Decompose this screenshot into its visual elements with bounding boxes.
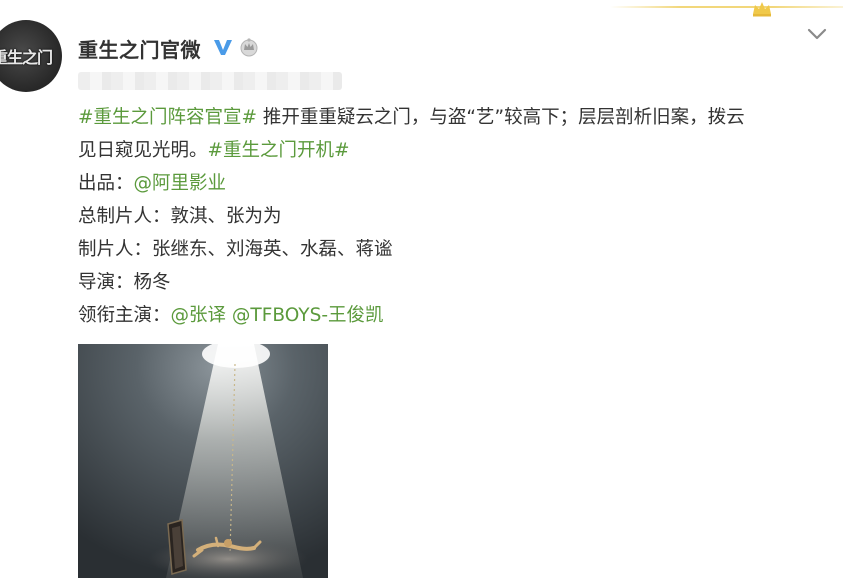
content-line-chief-producer: 总制片人：敦淇、张为为 (78, 200, 823, 233)
avatar[interactable]: 重生之门 (0, 20, 62, 92)
user-name[interactable]: 重生之门官微 (78, 34, 201, 63)
lead-cast-label: 领衔主演： (78, 305, 171, 326)
producer-label: 出品： (78, 173, 134, 194)
content-line-1: #重生之门阵容官宣# 推开重重疑云之门，与盗“艺”较高下；层层剖析旧案，拨云 (78, 101, 823, 134)
decorative-gold-line (610, 6, 843, 8)
post-content: #重生之门阵容官宣# 推开重重疑云之门，与盗“艺”较高下；层层剖析旧案，拨云 见… (78, 101, 823, 332)
post-image[interactable] (78, 344, 328, 578)
chevron-down-icon[interactable] (806, 26, 828, 42)
verified-v-icon[interactable] (212, 36, 234, 58)
content-text-2: 见日窥见光明。 (78, 140, 208, 161)
director-label: 导演： (78, 272, 134, 293)
avatar-text: 重生之门 (0, 48, 53, 67)
vip-crown-icon[interactable] (238, 37, 260, 57)
chief-producer-value: 敦淇、张为为 (170, 206, 282, 227)
mention-zhang-yi[interactable]: @张译 (171, 305, 227, 326)
picture-frame (167, 519, 187, 575)
mention-alibaba-pictures[interactable]: @阿里影业 (134, 173, 227, 194)
content-line-producers: 制片人：张继东、刘海英、水磊、蒋谧 (78, 233, 823, 266)
poster-illustration (78, 344, 328, 578)
content-line-2: 见日窥见光明。#重生之门开机# (78, 134, 823, 167)
content-line-lead-cast: 领衔主演：@张译 @TFBOYS-王俊凯 (78, 299, 823, 332)
producers-label: 制片人： (78, 239, 153, 260)
weibo-post-card: 重生之门 重生之门官微 #重生之门阵容官宣# 推开重重疑云之门，与盗“艺”较高下… (0, 0, 843, 578)
hashtag-start-filming[interactable]: #重生之门开机# (208, 140, 350, 161)
director-value: 杨冬 (133, 272, 171, 293)
hashtag-cast-announce[interactable]: #重生之门阵容官宣# (78, 107, 257, 128)
chief-producer-label: 总制片人： (78, 206, 171, 227)
content-line-director: 导演：杨冬 (78, 266, 823, 299)
decorative-crown-icon (753, 2, 771, 17)
post-meta-blurred (78, 72, 342, 90)
mention-wang-junkai[interactable]: @TFBOYS-王俊凯 (232, 305, 384, 326)
content-text-1: 推开重重疑云之门，与盗“艺”较高下；层层剖析旧案，拨云 (257, 107, 745, 128)
producers-value: 张继东、刘海英、水磊、蒋谧 (152, 239, 393, 260)
content-line-producer: 出品：@阿里影业 (78, 167, 823, 200)
